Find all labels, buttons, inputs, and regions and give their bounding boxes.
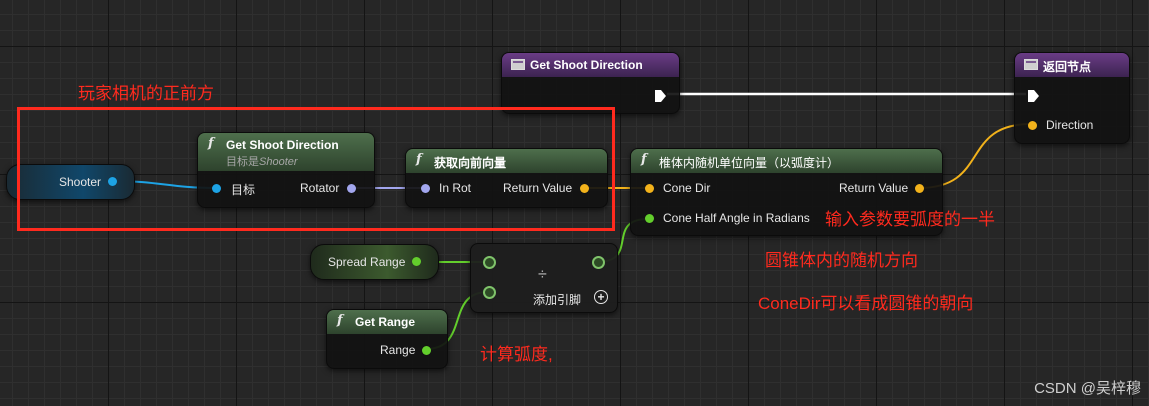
get-shoot-direction-event-node[interactable]: Get Shoot Direction (501, 52, 680, 114)
range-output-pin[interactable] (422, 346, 431, 355)
highlight-box (17, 107, 615, 231)
get-range-function-node[interactable]: f Get Range Range (326, 309, 448, 369)
add-pin-label[interactable]: 添加引脚 (533, 291, 581, 308)
divide-input-b-pin[interactable] (483, 286, 496, 299)
event-node-title: Get Shoot Direction (530, 58, 643, 72)
function-icon: f (337, 313, 343, 328)
function-icon: f (641, 152, 647, 167)
annotation-calc-radian: 计算弧度, (480, 345, 553, 364)
cone-dir-pin[interactable] (645, 184, 654, 193)
spread-range-output-pin[interactable] (412, 257, 421, 266)
annotation-half-radian: 输入参数要弧度的一半 (825, 210, 995, 229)
direction-pin[interactable] (1028, 121, 1037, 130)
random-vector-header: f 椎体内随机单位向量（以弧度计） (631, 149, 942, 173)
watermark: CSDN @吴梓穆 (1034, 380, 1141, 397)
return-node-title: 返回节点 (1043, 60, 1092, 74)
get-range-title: Get Range (355, 315, 416, 329)
divide-node[interactable]: ÷ 添加引脚 + (470, 243, 618, 313)
random-return-label: Return Value (839, 181, 909, 195)
add-pin-icon[interactable]: + (594, 290, 608, 304)
return-node-header: 返回节点 (1015, 53, 1129, 77)
event-icon (511, 59, 525, 70)
cone-half-angle-label: Cone Half Angle in Radians (663, 211, 810, 225)
return-node[interactable]: 返回节点 Direction (1014, 52, 1130, 144)
range-pin-label: Range (380, 343, 416, 357)
spread-range-label: Spread Range (328, 255, 406, 269)
divide-symbol: ÷ (538, 266, 547, 283)
spread-range-variable-node[interactable]: Spread Range (310, 244, 439, 280)
get-range-header: f Get Range (327, 310, 447, 334)
cone-dir-label: Cone Dir (663, 181, 711, 195)
annotation-cone-dir: ConeDir可以看成圆锥的朝向 (758, 294, 974, 313)
annotation-camera-forward: 玩家相机的正前方 (78, 84, 214, 103)
divide-output-pin[interactable] (592, 256, 605, 269)
cone-half-angle-pin[interactable] (645, 214, 654, 223)
return-node-icon (1024, 59, 1038, 70)
annotation-random-direction: 圆锥体内的随机方向 (765, 251, 918, 270)
event-node-header: Get Shoot Direction (502, 53, 679, 77)
random-return-pin[interactable] (915, 184, 924, 193)
divide-input-a-pin[interactable] (483, 256, 496, 269)
direction-pin-label: Direction (1046, 118, 1094, 132)
random-vector-title: 椎体内随机单位向量（以弧度计） (659, 156, 840, 170)
